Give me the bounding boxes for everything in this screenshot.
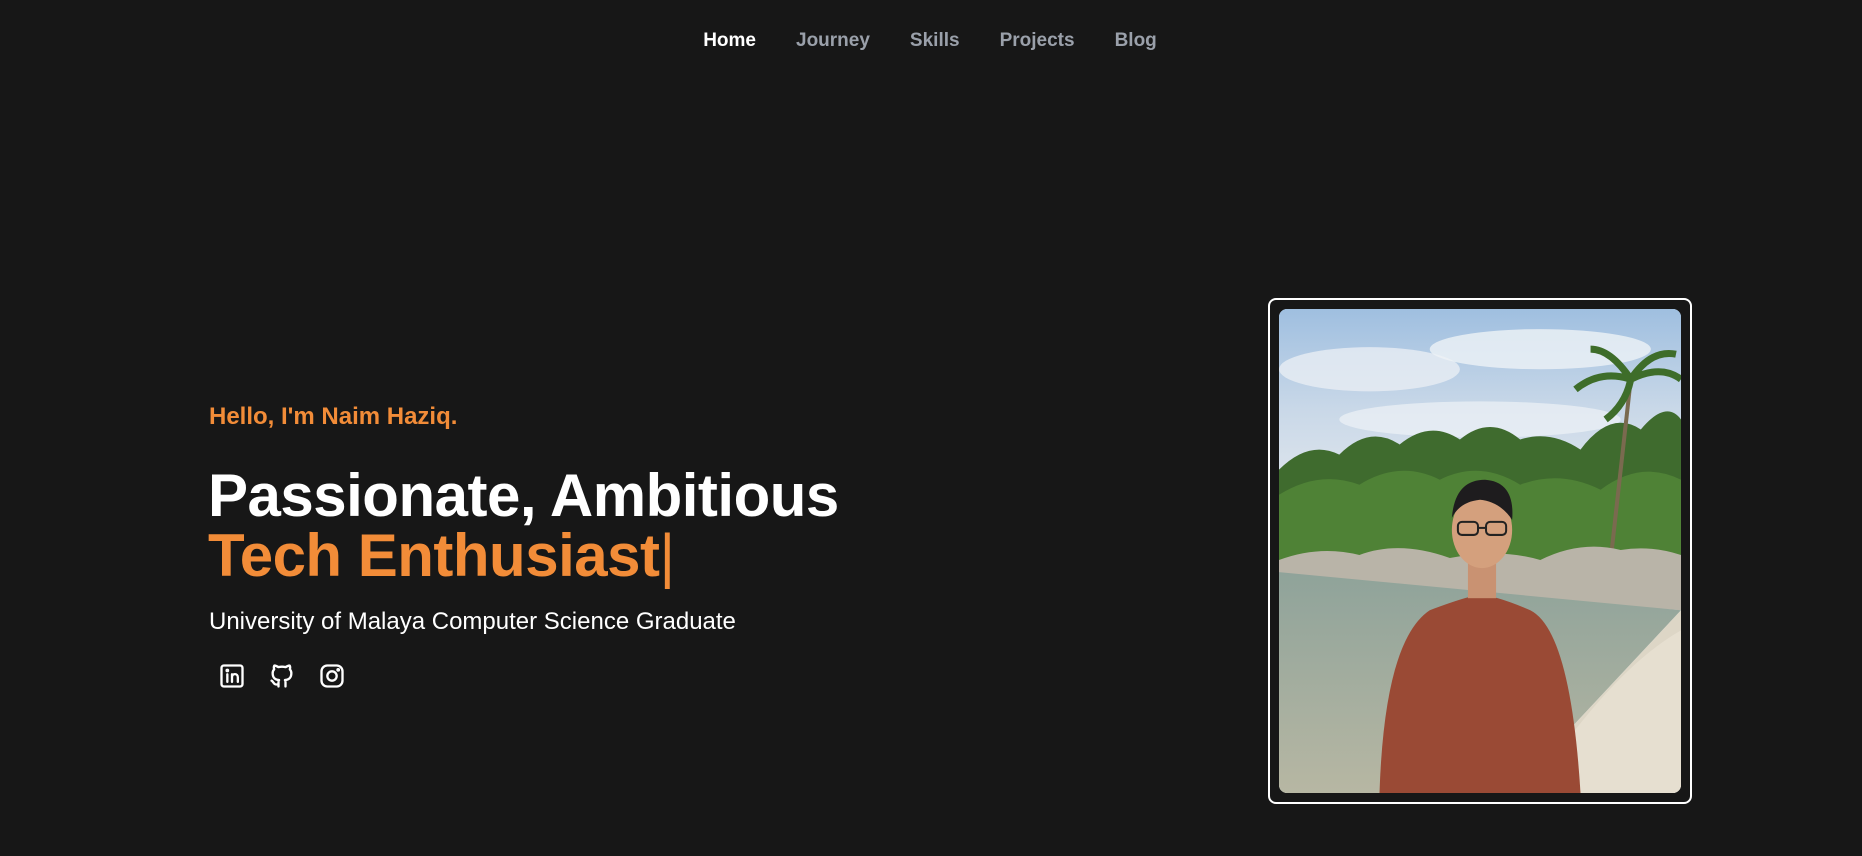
nav-skills[interactable]: Skills [910, 26, 960, 56]
github-link[interactable] [268, 662, 296, 690]
github-icon [270, 664, 293, 688]
nav-blog[interactable]: Blog [1115, 26, 1157, 56]
nav-home[interactable]: Home [703, 26, 756, 56]
nav-projects[interactable]: Projects [1000, 26, 1075, 56]
page: Home Journey Skills Projects Blog Hello,… [0, 0, 1862, 856]
nav-journey[interactable]: Journey [796, 26, 870, 56]
top-nav: Home Journey Skills Projects Blog [0, 26, 1862, 56]
social-links [218, 662, 346, 690]
headline-line-2: Tech Enthusiast| [208, 526, 839, 586]
headline-typed-text: Tech Enthusiast [208, 522, 660, 589]
headline: Passionate, Ambitious Tech Enthusiast| [208, 466, 839, 586]
profile-photo [1279, 309, 1681, 793]
greeting-text: Hello, I'm Naim Haziq. [209, 403, 458, 430]
linkedin-link[interactable] [218, 662, 246, 690]
instagram-link[interactable] [318, 662, 346, 690]
linkedin-icon [220, 664, 244, 688]
profile-photo-frame [1268, 298, 1692, 804]
profile-photo-illustration [1279, 309, 1681, 793]
headline-line-1: Passionate, Ambitious [208, 462, 839, 529]
instagram-icon [320, 664, 344, 688]
typing-cursor: | [659, 522, 675, 589]
subtitle: University of Malaya Computer Science Gr… [209, 608, 736, 635]
nav-links: Home Journey Skills Projects Blog [703, 26, 1157, 56]
